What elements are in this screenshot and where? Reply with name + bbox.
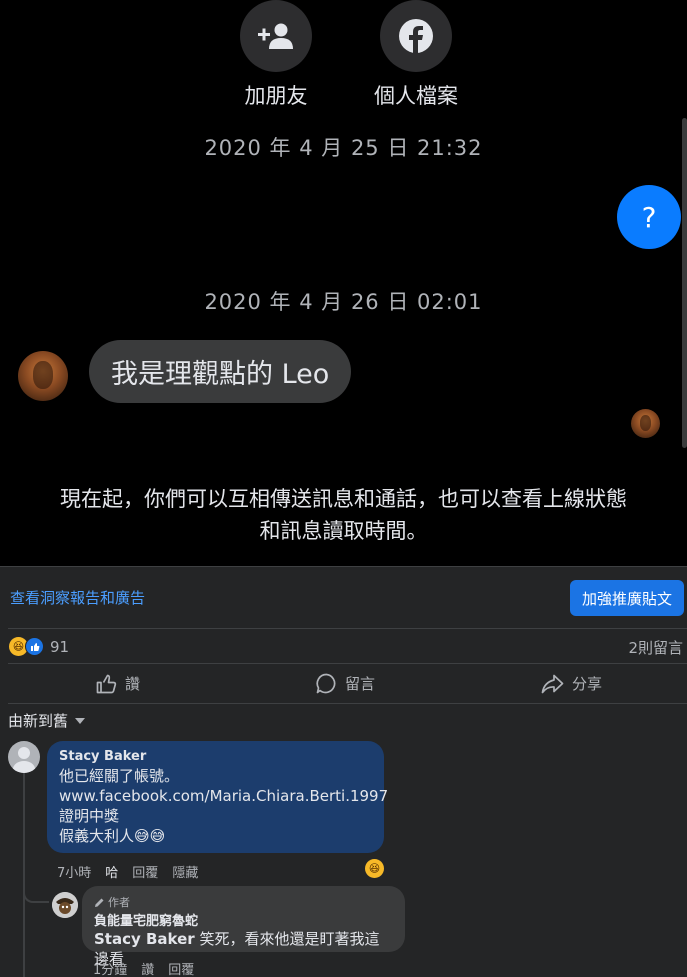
comment-meta: 1分鐘 讚 回覆: [93, 959, 194, 977]
share-icon: [541, 674, 564, 693]
comment-text-line: 證明中獎: [59, 807, 120, 825]
reply-button[interactable]: 回覆: [132, 862, 158, 881]
hide-button[interactable]: 隱藏: [172, 862, 198, 881]
message-timestamp: 2020 年 4 月 26 日 02:01: [204, 290, 483, 314]
message-timestamp: 2020 年 4 月 25 日 21:32: [204, 136, 483, 160]
insights-link[interactable]: 查看洞察報告和廣告: [10, 587, 145, 608]
comment-icon: [316, 673, 336, 694]
facebook-icon: [399, 19, 433, 54]
thread-connector: [23, 889, 49, 903]
profile-action[interactable]: 個人檔案: [361, 0, 471, 110]
profile-button[interactable]: [380, 0, 452, 72]
reaction-count: 91: [50, 637, 70, 656]
divider: [8, 628, 687, 629]
scrollbar[interactable]: [682, 118, 687, 448]
comment-time[interactable]: 1分鐘: [93, 959, 127, 977]
avatar[interactable]: [8, 741, 40, 773]
comment-sort-dropdown[interactable]: 由新到舊: [8, 710, 86, 731]
comment-text-line: 他已經關了帳號。: [59, 767, 180, 785]
thread-line: [23, 773, 25, 977]
comment-button[interactable]: 留言: [316, 673, 375, 694]
comment-label: 留言: [345, 675, 376, 693]
info-line-1: 現在起，你們可以互相傳送訊息和通話，也可以查看上線狀態: [60, 487, 627, 511]
haha-reaction-icon[interactable]: 😆: [365, 859, 384, 878]
incoming-message-bubble[interactable]: 我是理觀點的 Leo: [89, 340, 352, 403]
reply-bubble: 作者 負能量宅肥窮魯蛇 Stacy Baker 笑死，看來他還是盯著我這邊看: [82, 886, 405, 968]
comment-author[interactable]: Stacy Baker: [59, 749, 372, 764]
mention-tag[interactable]: Stacy Baker: [94, 930, 195, 948]
author-tag-label: 作者: [108, 896, 130, 909]
share-label: 分享: [572, 675, 603, 693]
comment-time[interactable]: 7小時: [57, 862, 91, 881]
divider: [8, 663, 687, 664]
comment-text-line: 假義大利人😅😅: [59, 827, 166, 845]
reply-button[interactable]: 回覆: [168, 959, 194, 977]
sort-label: 由新到舊: [8, 712, 69, 730]
comment-count[interactable]: 2則留言: [628, 637, 683, 658]
boost-post-button[interactable]: 加強推廣貼文: [570, 580, 684, 616]
reaction-summary[interactable]: 😆 91: [9, 637, 69, 656]
messenger-panel: 加朋友 個人檔案 2020 年 4 月 25 日 21:32 ? 2020 年 …: [0, 0, 687, 566]
comment-bubble: Stacy Baker 他已經關了帳號。 www.facebook.com/Ma…: [47, 741, 388, 853]
comment-meta: 7小時 哈 回覆 隱藏: [57, 862, 198, 881]
like-label: 讚: [125, 675, 141, 693]
divider: [8, 703, 687, 704]
share-button[interactable]: 分享: [541, 673, 602, 694]
info-line-2: 和訊息讀取時間。: [259, 519, 428, 543]
comment-author[interactable]: 負能量宅肥窮魯蛇: [94, 910, 393, 929]
avatar[interactable]: [52, 892, 78, 918]
post-panel: 查看洞察報告和廣告 加強推廣貼文 😆 91 2則留言 讚 留言 分享 由新到舊 …: [0, 566, 687, 977]
add-friend-label: 加朋友: [244, 84, 308, 108]
like-reaction-icon: [25, 637, 44, 656]
comment-link[interactable]: www.facebook.com/Maria.Chiara.Berti.1997: [59, 786, 388, 806]
chevron-down-icon: [75, 717, 86, 724]
profile-label: 個人檔案: [374, 84, 458, 108]
add-friend-action[interactable]: 加朋友: [221, 0, 331, 110]
connection-info-text: 現在起，你們可以互相傳送訊息和通話，也可以查看上線狀態 和訊息讀取時間。: [20, 483, 667, 547]
thumbs-up-icon: [96, 674, 117, 693]
seen-receipt-avatar: [631, 409, 660, 438]
pencil-icon: [95, 898, 104, 907]
like-button[interactable]: 讚: [96, 673, 140, 694]
add-friend-button[interactable]: [240, 0, 312, 72]
add-friend-icon: [258, 23, 293, 49]
like-button[interactable]: 讚: [141, 959, 154, 977]
sender-avatar[interactable]: [18, 351, 68, 401]
reaction-button[interactable]: 哈: [105, 862, 118, 881]
outgoing-message-bubble[interactable]: ?: [617, 185, 681, 249]
author-badge: 作者: [94, 894, 393, 910]
